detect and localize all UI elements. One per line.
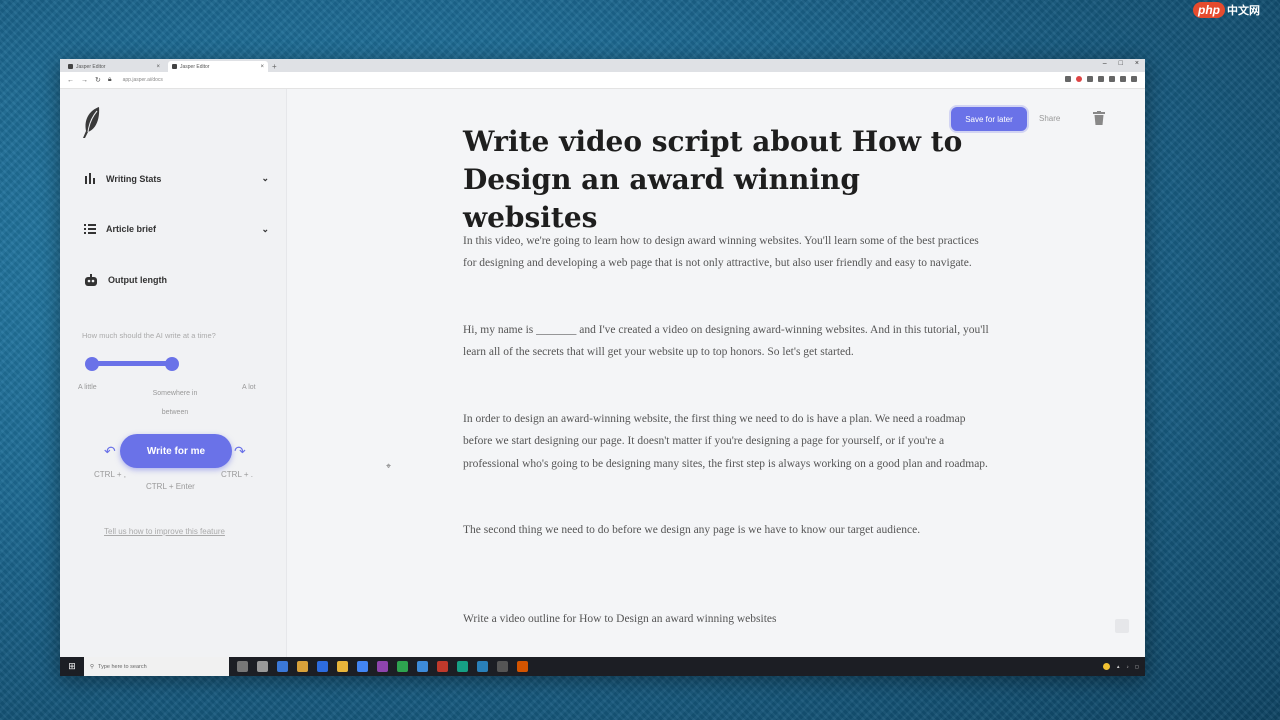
redo-shortcut: CTRL + . bbox=[221, 470, 253, 479]
new-tab-icon[interactable]: + bbox=[272, 61, 277, 72]
reload-icon[interactable]: ↻ bbox=[95, 76, 101, 84]
document-paragraph[interactable]: In order to design an award-winning webs… bbox=[463, 408, 993, 475]
app-screen: Jasper Editor × Jasper Editor × + – □ × … bbox=[60, 59, 1145, 676]
slider-handle-min[interactable] bbox=[85, 357, 99, 371]
command-prompt[interactable]: Write a video outline for How to Design … bbox=[463, 608, 993, 630]
document-paragraph[interactable]: The second thing we need to do before we… bbox=[463, 519, 993, 541]
scale-label-middle: Somewhere in between bbox=[152, 390, 198, 416]
tab-label: Jasper Editor bbox=[180, 63, 210, 70]
app-icon[interactable] bbox=[337, 661, 348, 672]
close-icon[interactable]: × bbox=[260, 64, 264, 70]
app-icon[interactable] bbox=[457, 661, 468, 672]
write-for-me-button[interactable]: Write for me bbox=[120, 434, 232, 468]
app-icon[interactable] bbox=[517, 661, 528, 672]
close-window-icon[interactable]: × bbox=[1135, 60, 1139, 67]
mouse-cursor-icon: ⌖ bbox=[386, 461, 392, 471]
undo-icon[interactable]: ↶ bbox=[104, 443, 116, 460]
browser-tab-active[interactable]: Jasper Editor × bbox=[168, 61, 268, 72]
window-controls: – □ × bbox=[1103, 60, 1139, 67]
watermark-site: 中文网 bbox=[1227, 5, 1260, 17]
app-icon[interactable] bbox=[397, 661, 408, 672]
notification-icon[interactable]: ▢ bbox=[1135, 664, 1139, 670]
output-length-header: Output length bbox=[84, 274, 269, 286]
extension-icons bbox=[1065, 76, 1137, 82]
app-icon[interactable] bbox=[277, 661, 288, 672]
maximize-icon[interactable]: □ bbox=[1119, 60, 1123, 67]
scale-label-left: A little bbox=[78, 384, 97, 391]
menu-icon[interactable] bbox=[1131, 76, 1137, 82]
browser-tab[interactable]: Jasper Editor × bbox=[64, 61, 164, 72]
file-explorer-icon[interactable] bbox=[297, 661, 308, 672]
close-icon[interactable]: × bbox=[156, 64, 160, 70]
forward-icon[interactable]: → bbox=[81, 77, 88, 84]
writing-stats-toggle[interactable]: Writing Stats ⌄ bbox=[84, 173, 269, 184]
app-icon[interactable] bbox=[317, 661, 328, 672]
windows-taskbar: ⊞ ⚲ Type here to search ▲ ♪ ▢ bbox=[60, 657, 1145, 676]
document-paragraph[interactable]: In this video, we're going to learn how … bbox=[463, 230, 993, 275]
app-icon[interactable] bbox=[477, 661, 488, 672]
writing-stats-label: Writing Stats bbox=[106, 173, 162, 184]
chevron-down-icon: ⌄ bbox=[261, 223, 269, 234]
extension-icon[interactable] bbox=[1109, 76, 1115, 82]
weather-icon[interactable] bbox=[1103, 663, 1111, 670]
output-length-label: Output length bbox=[108, 275, 167, 285]
editor-area: Save for later Share Write video script … bbox=[287, 89, 1145, 657]
extension-icon[interactable] bbox=[1065, 76, 1071, 82]
document-title[interactable]: Write video script about How to Design a… bbox=[463, 123, 1003, 237]
feather-logo-icon bbox=[83, 107, 100, 138]
article-brief-label: Article brief bbox=[106, 224, 157, 234]
app-icon[interactable] bbox=[257, 661, 268, 672]
app-icon[interactable] bbox=[417, 661, 428, 672]
chrome-icon[interactable] bbox=[357, 661, 368, 672]
article-brief-toggle[interactable]: Article brief ⌄ bbox=[84, 224, 269, 234]
task-view-icon[interactable] bbox=[237, 661, 248, 672]
output-length-description: How much should the AI write at a time? bbox=[82, 331, 216, 340]
taskbar-apps bbox=[237, 661, 528, 672]
extension-icon[interactable] bbox=[1087, 76, 1093, 82]
document-paragraph[interactable]: Hi, my name is _______ and I've created … bbox=[463, 319, 993, 364]
sidebar: Writing Stats ⌄ Article brief ⌄ Output l… bbox=[60, 89, 287, 657]
feedback-link[interactable]: Tell us how to improve this feature bbox=[104, 527, 225, 536]
compose-shortcut: CTRL + Enter bbox=[146, 482, 195, 491]
output-length-slider[interactable] bbox=[89, 361, 173, 366]
network-icon[interactable]: ▲ bbox=[1116, 664, 1120, 669]
browser-address-bar: ← → ↻ 🔒︎ app.jasper.ai/docs bbox=[60, 72, 1145, 89]
bar-chart-icon bbox=[85, 173, 95, 184]
extension-icon[interactable] bbox=[1098, 76, 1104, 82]
robot-icon bbox=[85, 274, 97, 286]
tab-label: Jasper Editor bbox=[76, 63, 106, 70]
lock-icon: 🔒︎ bbox=[107, 76, 112, 83]
system-tray: ▲ ♪ ▢ bbox=[1103, 663, 1139, 670]
volume-icon[interactable]: ♪ bbox=[1126, 664, 1128, 669]
app-icon[interactable] bbox=[377, 661, 388, 672]
windows-start-icon[interactable]: ⊞ bbox=[60, 661, 84, 672]
tab-favicon-icon bbox=[172, 64, 177, 69]
taskbar-search[interactable]: ⚲ Type here to search bbox=[84, 657, 229, 676]
chevron-down-icon: ⌄ bbox=[261, 173, 269, 183]
extension-icon[interactable] bbox=[1076, 76, 1082, 82]
browser-tabbar: Jasper Editor × Jasper Editor × + – □ × bbox=[60, 59, 1145, 72]
app-icon[interactable] bbox=[497, 661, 508, 672]
tab-favicon-icon bbox=[68, 64, 73, 69]
share-button[interactable]: Share bbox=[1039, 114, 1060, 123]
redo-icon[interactable]: ↷ bbox=[234, 443, 246, 460]
trash-icon[interactable] bbox=[1093, 111, 1105, 125]
list-icon bbox=[84, 224, 96, 234]
app-icon[interactable] bbox=[437, 661, 448, 672]
url-field[interactable]: app.jasper.ai/docs bbox=[123, 77, 163, 83]
back-icon[interactable]: ← bbox=[67, 77, 74, 84]
slider-handle-max[interactable] bbox=[165, 357, 179, 371]
help-icon[interactable] bbox=[1115, 619, 1129, 633]
minimize-icon[interactable]: – bbox=[1103, 60, 1107, 67]
profile-icon[interactable] bbox=[1120, 76, 1126, 82]
watermark-brand: php bbox=[1193, 2, 1225, 18]
scale-label-right: A lot bbox=[242, 384, 256, 391]
watermark-logo: php 中文网 bbox=[1193, 2, 1260, 18]
undo-shortcut: CTRL + , bbox=[94, 470, 126, 479]
taskbar-search-placeholder: Type here to search bbox=[98, 663, 147, 670]
search-icon: ⚲ bbox=[90, 663, 95, 670]
